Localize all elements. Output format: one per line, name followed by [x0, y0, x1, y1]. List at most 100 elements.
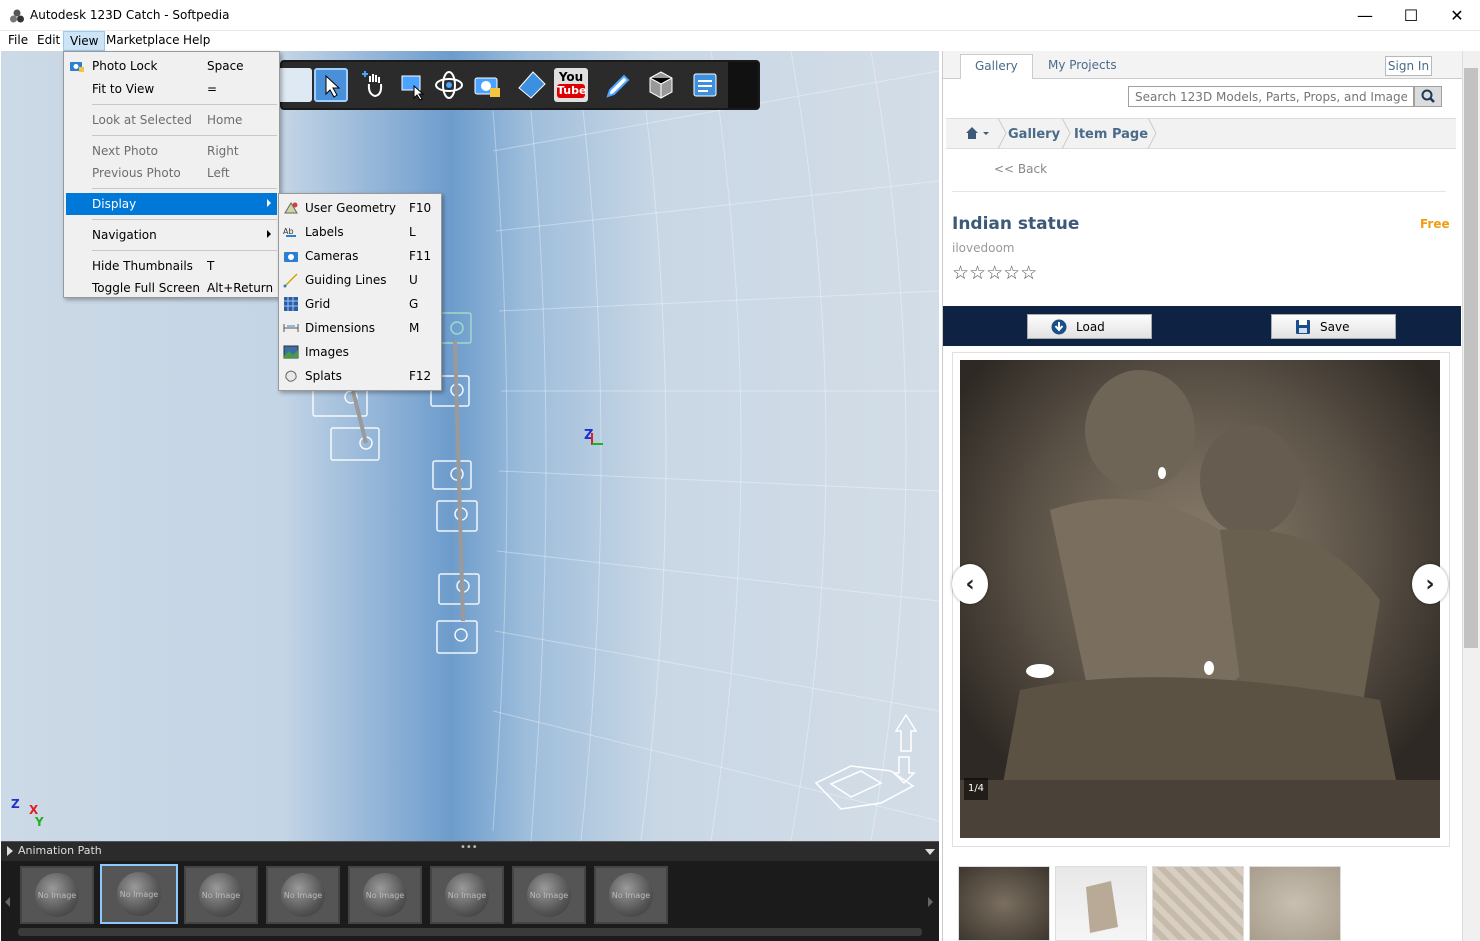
- maximize-button[interactable]: ☐: [1388, 0, 1434, 31]
- minimize-icon: —: [1357, 6, 1373, 25]
- guide-lines-icon: [283, 273, 298, 288]
- photo-thumbnail[interactable]: No Image: [20, 866, 94, 924]
- gallery-thumbnail[interactable]: [958, 866, 1050, 941]
- gallery-thumbnail[interactable]: [1152, 866, 1244, 941]
- load-button[interactable]: Load: [1027, 314, 1152, 339]
- next-image-button[interactable]: ›: [1412, 564, 1448, 604]
- menu-toggle-full-screen[interactable]: Toggle Full Screen Alt+Return: [66, 277, 277, 299]
- menu-look-at-selected[interactable]: Look at Selected Home: [66, 109, 277, 131]
- youtube-top: You: [558, 70, 584, 84]
- menu-display[interactable]: Display: [66, 193, 277, 215]
- menu-images[interactable]: Images: [281, 340, 439, 364]
- submenu-arrow-icon: [267, 230, 271, 238]
- photo-thumbnail[interactable]: No Image: [184, 866, 258, 924]
- mesh-cube-icon: [649, 71, 673, 99]
- menu-user-geometry[interactable]: User Geometry F10: [281, 196, 439, 220]
- menu-separator: [92, 135, 277, 136]
- ruler-icon: [518, 71, 546, 99]
- drag-handle[interactable]: •••: [460, 842, 478, 853]
- window-title: Autodesk 123D Catch - Softpedia: [30, 8, 230, 22]
- gallery-thumbnail[interactable]: [1055, 866, 1147, 941]
- youtube-button[interactable]: You Tube: [554, 68, 588, 102]
- photo-thumbnail[interactable]: No Image: [594, 866, 668, 924]
- breadcrumb-separator: [997, 118, 1007, 149]
- menu-file[interactable]: File: [2, 31, 34, 51]
- save-button[interactable]: Save: [1271, 314, 1396, 339]
- menu-labels[interactable]: Ab Labels L: [281, 220, 439, 244]
- app-logo-icon: [10, 9, 24, 23]
- menu-guiding-lines[interactable]: Guiding Lines U: [281, 268, 439, 292]
- menu-hide-thumbnails[interactable]: Hide Thumbnails T: [66, 255, 277, 277]
- menu-help[interactable]: Help: [177, 31, 216, 51]
- minimize-button[interactable]: —: [1342, 0, 1388, 31]
- no-image-placeholder: No Image: [35, 873, 79, 917]
- tab-my-projects[interactable]: My Projects: [1034, 54, 1131, 79]
- menu-previous-photo[interactable]: Previous Photo Left: [66, 162, 277, 184]
- search-input[interactable]: [1128, 86, 1414, 107]
- menu-bar: [0, 31, 1480, 51]
- photo-thumbnail[interactable]: No Image: [430, 866, 504, 924]
- select-arrow-icon: [325, 74, 341, 98]
- thumbnail-scrollbar[interactable]: [18, 928, 922, 936]
- orbit-button[interactable]: [432, 68, 466, 102]
- orbit-icon: [435, 71, 463, 99]
- camera-lock-button[interactable]: [470, 68, 504, 102]
- back-link[interactable]: << Back: [994, 162, 1047, 176]
- menu-fit-to-view[interactable]: Fit to View =: [66, 78, 277, 100]
- breadcrumb-item-page[interactable]: Item Page: [1074, 127, 1148, 142]
- tab-gallery[interactable]: Gallery: [960, 54, 1033, 79]
- menu-dimensions[interactable]: Dimensions M: [281, 316, 439, 340]
- scrollbar-thumb[interactable]: [1464, 68, 1478, 648]
- box-select-button[interactable]: [396, 68, 430, 102]
- menu-grid[interactable]: Grid G: [281, 292, 439, 316]
- orbit-tool-button[interactable]: [278, 68, 312, 102]
- photo-thumbnail[interactable]: No Image: [348, 866, 422, 924]
- no-image-placeholder: No Image: [117, 872, 161, 916]
- menu-marketplace[interactable]: Marketplace: [100, 31, 186, 51]
- scroll-left-icon[interactable]: [5, 897, 10, 907]
- toolbar-handle[interactable]: [728, 62, 758, 108]
- no-image-placeholder: No Image: [281, 873, 325, 917]
- author-link[interactable]: ilovedoom: [952, 241, 1014, 255]
- photo-thumbnail[interactable]: No Image: [266, 866, 340, 924]
- photo-thumbnail-selected[interactable]: No Image: [100, 864, 178, 924]
- sign-in-button[interactable]: Sign In: [1385, 56, 1432, 76]
- menu-cameras[interactable]: Cameras F11: [281, 244, 439, 268]
- collapse-icon[interactable]: [925, 849, 935, 855]
- menu-separator: [92, 250, 277, 251]
- pen-tool-button[interactable]: [600, 68, 634, 102]
- axis-lines: [591, 433, 603, 445]
- breadcrumb-gallery[interactable]: Gallery: [1008, 127, 1060, 142]
- axis-y-label: Y: [35, 815, 44, 829]
- menu-next-photo[interactable]: Next Photo Right: [66, 140, 277, 162]
- menu-splats[interactable]: Splats F12: [281, 364, 439, 388]
- star-rating[interactable]: ☆☆☆☆☆: [952, 262, 1038, 284]
- photo-thumbnail[interactable]: No Image: [512, 866, 586, 924]
- close-icon: ✕: [1450, 6, 1464, 25]
- display-submenu: User Geometry F10 Ab Labels L Cameras F11 G…: [278, 193, 442, 391]
- search-button[interactable]: [1414, 86, 1442, 107]
- axis-z-label: Z: [11, 797, 20, 811]
- statue-photo: [960, 360, 1440, 838]
- prev-image-button[interactable]: ‹: [952, 564, 988, 604]
- menu-separator: [92, 104, 277, 105]
- gallery-thumbnail[interactable]: [1249, 866, 1341, 941]
- scroll-right-icon[interactable]: [928, 897, 933, 907]
- ruler-button[interactable]: [515, 68, 549, 102]
- breadcrumb-separator: [1147, 118, 1157, 149]
- pen-icon: [606, 74, 630, 98]
- home-breadcrumb[interactable]: [964, 126, 992, 143]
- mesh-button[interactable]: [644, 68, 678, 102]
- select-tool-button[interactable]: [314, 68, 348, 102]
- properties-button[interactable]: [688, 68, 722, 102]
- no-image-placeholder: No Image: [527, 873, 571, 917]
- price-label: Free: [1420, 217, 1450, 231]
- pan-tool-button[interactable]: [358, 68, 392, 102]
- menu-photo-lock[interactable]: Photo Lock Space: [66, 55, 277, 77]
- labels-icon: Ab: [283, 227, 296, 237]
- download-icon: [1051, 319, 1067, 335]
- close-button[interactable]: ✕: [1434, 0, 1480, 31]
- menu-edit[interactable]: Edit: [31, 31, 66, 51]
- play-icon[interactable]: [7, 846, 13, 856]
- menu-navigation[interactable]: Navigation: [66, 224, 277, 246]
